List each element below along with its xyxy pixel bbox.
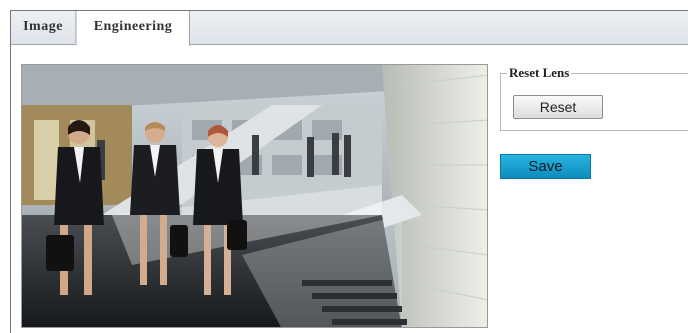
- reset-lens-legend: Reset Lens: [507, 65, 572, 81]
- reset-lens-group: Reset Lens Reset: [500, 65, 688, 131]
- tab-bar: Image Engineering: [11, 11, 688, 46]
- tab-image-label: Image: [23, 19, 63, 34]
- reset-button[interactable]: Reset: [513, 95, 603, 119]
- camera-preview-image: [21, 64, 488, 328]
- save-button[interactable]: Save: [500, 154, 591, 179]
- tab-engineering-label: Engineering: [93, 19, 173, 34]
- settings-panel: Image Engineering Reset Lens Reset Save: [10, 10, 688, 333]
- tab-engineering[interactable]: Engineering: [76, 11, 190, 46]
- tab-image[interactable]: Image: [11, 11, 76, 45]
